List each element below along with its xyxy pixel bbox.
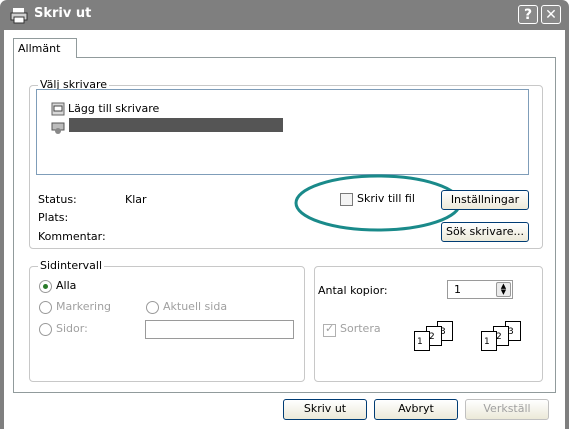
title-bar[interactable]: Skriv ut ? ✕	[0, 0, 569, 30]
apply-button[interactable]: Verkställ	[465, 399, 549, 420]
collate-label: Sortera	[340, 322, 381, 335]
settings-button[interactable]: Inställningar	[441, 190, 529, 210]
copies-value: 1	[454, 283, 461, 296]
tab-general[interactable]: Allmänt	[13, 38, 77, 58]
radio-pages[interactable]	[39, 323, 52, 336]
printer-list[interactable]: Lägg till skrivare	[36, 89, 529, 175]
radio-all-label: Alla	[56, 279, 77, 292]
add-printer-label: Lägg till skrivare	[68, 102, 160, 115]
print-dialog: Skriv ut ? ✕ Allmänt Välj skrivare Lägg …	[0, 0, 569, 429]
page-icon: 1	[414, 331, 430, 351]
page-range-legend: Sidintervall	[38, 259, 105, 272]
status-value: Klar	[125, 193, 147, 206]
radio-current-page[interactable]	[146, 301, 159, 314]
page-icon: 1	[481, 331, 497, 351]
radio-selection-label: Markering	[56, 300, 112, 313]
window-border-left	[0, 30, 4, 429]
status-label: Status:	[38, 193, 77, 206]
comment-label: Kommentar:	[38, 230, 106, 243]
copies-spinner[interactable]: 1 ▲ ▼	[447, 280, 513, 299]
print-button[interactable]: Skriv ut	[283, 399, 367, 420]
window-border-right	[565, 30, 569, 429]
pages-input[interactable]	[145, 320, 294, 339]
radio-all[interactable]	[39, 280, 52, 293]
copies-label: Antal kopior:	[318, 284, 388, 297]
collate-checkbox[interactable]: ✓	[323, 322, 336, 337]
redacted-printer-name	[69, 118, 283, 132]
radio-current-page-label: Aktuell sida	[163, 300, 228, 313]
close-button[interactable]: ✕	[541, 5, 561, 24]
find-printer-button[interactable]: Sök skrivare...	[441, 222, 529, 242]
location-label: Plats:	[38, 211, 69, 224]
cancel-button[interactable]: Avbryt	[374, 399, 458, 420]
help-button[interactable]: ?	[518, 5, 538, 24]
radio-pages-label: Sidor:	[56, 322, 88, 335]
window-title: Skriv ut	[34, 6, 92, 21]
add-printer-icon	[51, 102, 65, 116]
spin-down-icon[interactable]: ▼	[497, 289, 510, 296]
check-icon: ✓	[325, 322, 335, 335]
highlight-ellipse	[294, 174, 462, 232]
spinner-arrows[interactable]: ▲ ▼	[496, 282, 511, 297]
printer-icon	[51, 122, 65, 134]
printer-title-icon	[10, 8, 28, 24]
radio-dot	[43, 284, 48, 289]
radio-selection[interactable]	[39, 301, 52, 314]
